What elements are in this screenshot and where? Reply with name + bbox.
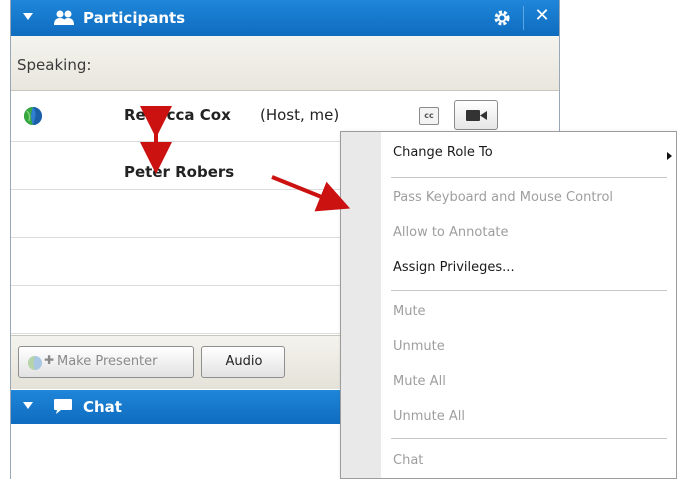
pointer-arrow bbox=[271, 175, 351, 212]
annotation-arrows bbox=[140, 106, 351, 212]
